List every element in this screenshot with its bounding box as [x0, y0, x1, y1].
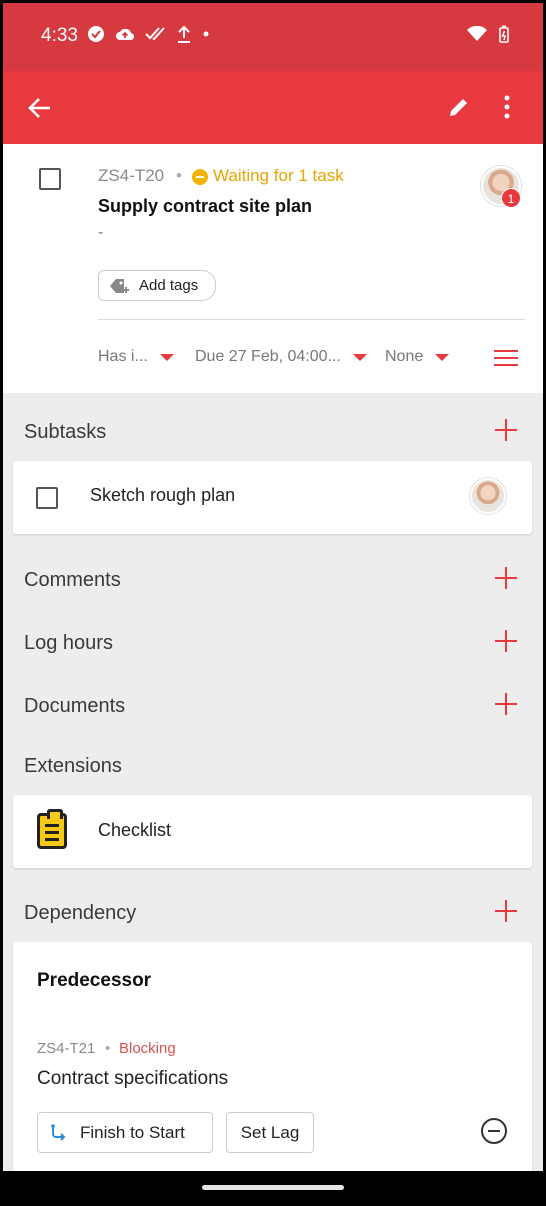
dependency-task-id: ZS4-T21	[37, 1040, 96, 1057]
subtask-title[interactable]: Sketch rough plan	[90, 485, 235, 506]
extension-checklist[interactable]: Checklist	[13, 795, 532, 868]
due-date-value: Due 27 Feb, 04:00...	[195, 348, 341, 365]
add-document-plus-icon[interactable]	[495, 693, 517, 715]
add-dependency-plus-icon[interactable]	[495, 900, 517, 922]
add-tags-button[interactable]: Add tags	[98, 270, 216, 301]
chevron-down-icon	[435, 353, 450, 361]
predecessor-heading: Predecessor	[37, 970, 152, 991]
subtask-item[interactable]: Sketch rough plan	[13, 461, 532, 534]
back-arrow-icon[interactable]	[27, 95, 53, 121]
dependency-task-name[interactable]: Contract specifications	[37, 1068, 228, 1090]
add-comment-plus-icon[interactable]	[495, 567, 517, 589]
priority-value: None	[385, 348, 424, 365]
priority-dropdown[interactable]: None	[385, 348, 450, 366]
app-bar	[3, 71, 543, 144]
subtask-assignee-avatar[interactable]	[470, 478, 506, 514]
status-bar: 4:33	[3, 3, 543, 71]
waiting-status-icon	[192, 169, 208, 185]
edit-pencil-icon[interactable]	[447, 95, 471, 119]
add-subtask-plus-icon[interactable]	[495, 419, 517, 441]
app-screen: 4:33 ZS4-T20 • Waiting for 1 task Supply…	[3, 3, 543, 1171]
dependency-link-icon	[51, 1123, 66, 1141]
chevron-down-icon	[159, 353, 174, 361]
done-all-icon	[145, 27, 165, 41]
task-id: ZS4-T20	[98, 166, 165, 185]
section-title-extensions: Extensions	[24, 755, 122, 777]
hamburger-menu-icon[interactable]	[494, 350, 518, 371]
upload-icon	[178, 25, 190, 43]
chevron-down-icon	[352, 353, 367, 361]
check-circle-icon	[88, 26, 104, 42]
add-log-hours-plus-icon[interactable]	[495, 630, 517, 652]
task-description[interactable]: -	[98, 224, 103, 242]
task-id-separator: •	[176, 166, 182, 185]
task-header-card: ZS4-T20 • Waiting for 1 task Supply cont…	[3, 144, 543, 393]
assignee-count-badge: 1	[501, 188, 521, 208]
tag-add-icon	[110, 278, 129, 293]
dependency-id-separator: •	[105, 1040, 111, 1057]
dependency-card: Predecessor ZS4-T21 • Blocking Contract …	[13, 942, 532, 1171]
clipboard-list-icon	[37, 809, 67, 849]
section-title-subtasks: Subtasks	[24, 421, 107, 443]
section-title-documents: Documents	[24, 695, 126, 717]
task-title[interactable]: Supply contract site plan	[98, 196, 312, 217]
task-divider	[98, 319, 525, 320]
gesture-nav-handle[interactable]	[202, 1185, 344, 1190]
cloud-upload-icon	[116, 28, 135, 41]
set-lag-label: Set Lag	[240, 1122, 300, 1142]
add-tags-label: Add tags	[139, 277, 199, 294]
task-complete-checkbox[interactable]	[39, 168, 61, 190]
battery-charging-icon	[499, 25, 509, 43]
status-time: 4:33	[41, 25, 78, 46]
section-title-comments: Comments	[24, 569, 121, 591]
dependency-type-label: Finish to Start	[80, 1122, 185, 1142]
set-lag-button[interactable]: Set Lag	[226, 1112, 314, 1153]
section-title-log-hours: Log hours	[24, 632, 113, 654]
extension-title: Checklist	[98, 820, 172, 840]
dependency-type-button[interactable]: Finish to Start	[37, 1112, 213, 1153]
dependency-status: Blocking	[119, 1040, 176, 1057]
status-dropdown[interactable]: Has i...	[98, 348, 174, 366]
due-date-dropdown[interactable]: Due 27 Feb, 04:00...	[195, 348, 367, 366]
more-vert-icon[interactable]	[503, 95, 511, 119]
dot-icon	[203, 31, 209, 37]
subtask-checkbox[interactable]	[36, 487, 58, 509]
remove-dependency-icon[interactable]	[481, 1118, 507, 1144]
wifi-icon	[467, 26, 487, 41]
section-title-dependency: Dependency	[24, 902, 137, 924]
status-dropdown-value: Has i...	[98, 348, 148, 365]
status-notification-icons	[87, 25, 211, 43]
status-system-icons	[467, 25, 509, 43]
task-status-waiting[interactable]: Waiting for 1 task	[213, 166, 344, 186]
